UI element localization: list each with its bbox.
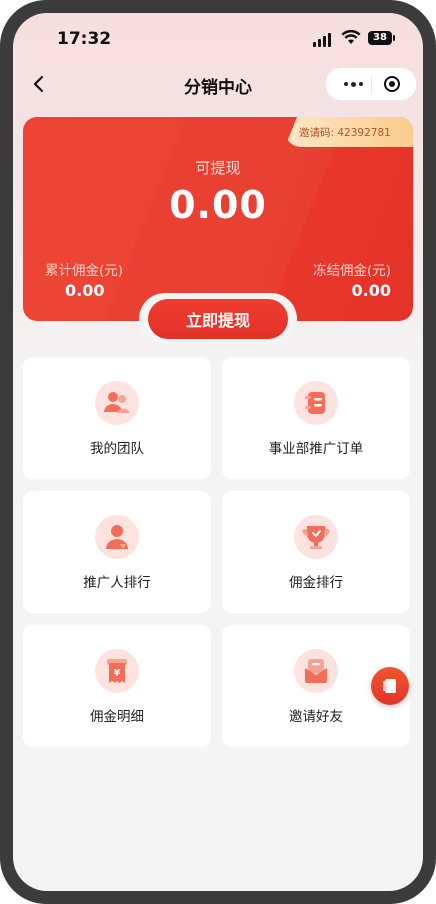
cumulative-commission-value: 0.00 xyxy=(65,281,105,300)
battery-icon: 38 xyxy=(368,31,395,45)
withdrawable-label: 可提现 xyxy=(195,159,241,177)
menu-item-label: 邀请好友 xyxy=(289,709,343,725)
more-dot-icon xyxy=(343,82,348,86)
receipt-icon: ¥ xyxy=(95,649,139,693)
nav-bar: 分销中心 xyxy=(13,65,423,105)
commission-card: 邀请码: 42392781 可提现 0.00 累计佣金(元) 0.00 冻结佣金… xyxy=(23,117,413,321)
menu-item-division-orders[interactable]: 事业部推广订单 xyxy=(222,357,410,479)
withdrawable-amount: 0.00 xyxy=(169,183,267,227)
more-dot-icon xyxy=(358,82,363,86)
close-mini-program-button[interactable] xyxy=(384,76,400,92)
document-icon xyxy=(383,679,396,693)
menu-item-label: 佣金明细 xyxy=(90,709,144,725)
more-dot-icon xyxy=(350,81,356,87)
order-icon xyxy=(294,381,338,425)
menu-item-label: 我的团队 xyxy=(90,441,144,457)
cellular-signal-icon xyxy=(313,33,331,47)
frozen-commission-label: 冻结佣金(元) xyxy=(312,263,391,279)
svg-text:¥: ¥ xyxy=(114,669,121,679)
floating-action-button[interactable] xyxy=(371,667,409,705)
invite-icon xyxy=(294,649,338,693)
more-button[interactable] xyxy=(336,68,370,100)
menu-item-commission-details[interactable]: ¥ 佣金明细 xyxy=(23,625,211,747)
battery-level: 38 xyxy=(373,32,387,43)
menu-item-label: 推广人排行 xyxy=(83,575,151,591)
menu-item-commission-ranking[interactable]: 佣金排行 xyxy=(222,491,410,613)
menu-item-my-team[interactable]: 我的团队 xyxy=(23,357,211,479)
invite-code-badge: 邀请码: 42392781 xyxy=(285,117,413,147)
wifi-icon xyxy=(341,29,361,44)
menu-item-promoter-ranking[interactable]: 推广人排行 xyxy=(23,491,211,613)
menu-item-label: 事业部推广订单 xyxy=(268,441,364,457)
withdraw-button[interactable]: 立即提现 xyxy=(148,299,288,339)
team-icon xyxy=(95,381,139,425)
trophy-icon xyxy=(294,515,338,559)
promoter-rank-icon xyxy=(95,515,139,559)
mini-program-capsule xyxy=(325,67,417,101)
status-bar: 17:32 38 xyxy=(13,13,423,63)
screen: 17:32 38 分销中心 邀请码: 42392781 可提现 0.00 累计佣… xyxy=(13,13,423,891)
menu-item-label: 佣金排行 xyxy=(289,575,343,591)
device-frame: 17:32 38 分销中心 邀请码: 42392781 可提现 0.00 累计佣… xyxy=(0,0,436,904)
status-time: 17:32 xyxy=(57,29,112,49)
capsule-divider xyxy=(371,76,372,93)
frozen-commission-value: 0.00 xyxy=(351,281,391,300)
cumulative-commission-label: 累计佣金(元) xyxy=(45,263,124,279)
